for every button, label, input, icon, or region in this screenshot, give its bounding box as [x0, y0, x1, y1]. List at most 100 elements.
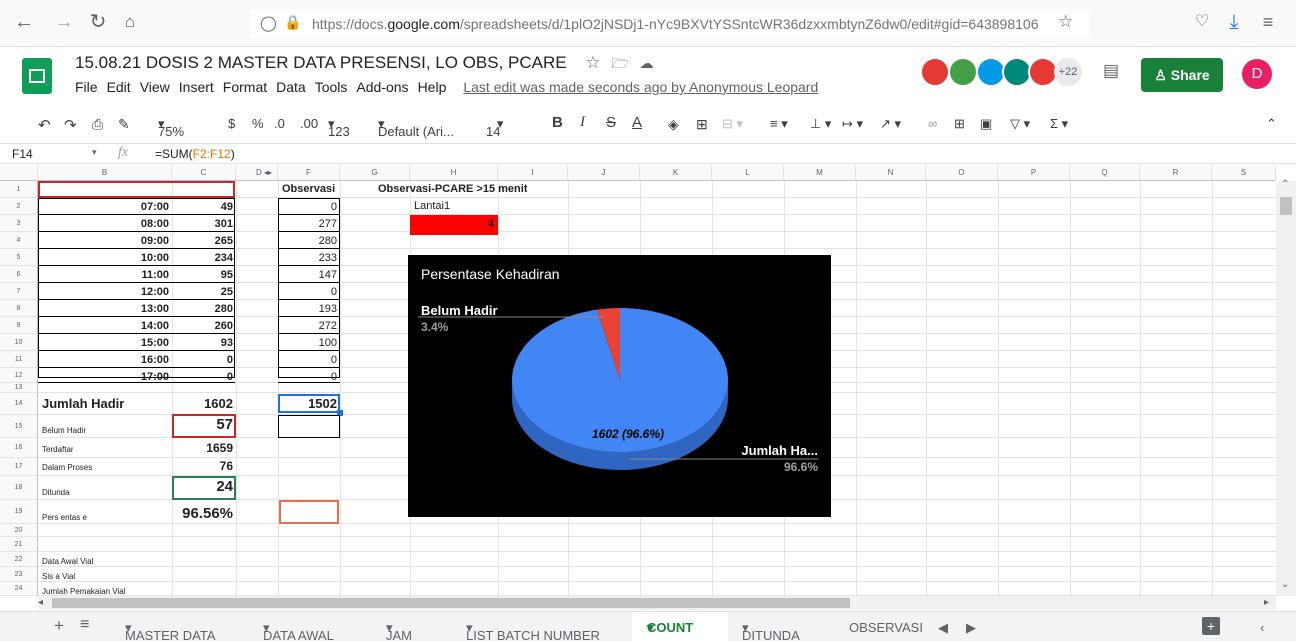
menu-help[interactable]: Help [418, 79, 447, 95]
scroll-right-icon[interactable]: ▸ [1264, 597, 1269, 608]
count-cell[interactable]: 93 [172, 337, 236, 349]
text-color-button[interactable]: A [632, 114, 642, 131]
terdaftar-label[interactable]: Terdaftar [42, 445, 74, 454]
observasi-cell[interactable]: 100 [278, 337, 340, 349]
all-sheets-icon[interactable]: ≡ [80, 616, 89, 634]
last-edit-link[interactable]: Last edit was made seconds ago by Anonym… [463, 79, 818, 95]
paint-format-icon[interactable]: ✎ [118, 116, 130, 133]
column-header-p[interactable]: P [998, 165, 1070, 181]
column-header-k[interactable]: K [640, 165, 712, 181]
count-cell[interactable]: 234 [172, 252, 236, 264]
row-header-11[interactable]: 11 [0, 351, 38, 368]
spreadsheet-grid[interactable]: B C D ◂▸ F G H I J K L M N O P Q R S 123… [0, 165, 1276, 596]
count-cell[interactable]: 280 [172, 303, 236, 315]
name-box[interactable]: F14 [12, 147, 33, 161]
row-header-9[interactable]: 9 [0, 317, 38, 334]
font-select[interactable]: Default (Ari... ▾ [378, 116, 454, 139]
row-header-13[interactable]: 13 [0, 383, 38, 393]
align-horizontal-icon[interactable]: ≡ ▾ [770, 116, 788, 132]
functions-icon[interactable]: Σ ▾ [1050, 116, 1068, 132]
time-cell[interactable]: 16:00 [38, 354, 172, 366]
row-header-8[interactable]: 8 [0, 300, 38, 317]
jumlah-pemakaian-label[interactable]: Jumlah Pemakaian Vial [42, 587, 125, 596]
scroll-down-icon[interactable]: ⌄ [1281, 579, 1289, 590]
menu-view[interactable]: View [140, 79, 170, 95]
merge-cells-icon[interactable]: ⊟ ▾ [722, 116, 743, 132]
horizontal-scroll-thumb[interactable] [52, 598, 850, 608]
row-header-21[interactable]: 21 [0, 537, 38, 552]
column-header-f[interactable]: F [278, 165, 340, 181]
more-formats-button[interactable]: 123 ▾ [328, 116, 350, 139]
dalam-proses-label[interactable]: Dalam Proses [42, 463, 92, 472]
belum-hadir-label[interactable]: Belum Hadir [42, 426, 86, 435]
currency-button[interactable]: $ [228, 116, 235, 131]
row-header-18[interactable]: 18 [0, 476, 38, 500]
observasi-cell[interactable]: 147 [278, 269, 340, 281]
pocket-icon[interactable]: ♡ [1190, 10, 1214, 34]
row-header-20[interactable]: 20 [0, 524, 38, 537]
persentase-label[interactable]: Pers entas e [42, 513, 87, 522]
more-collaborators-badge[interactable]: +22 [1054, 58, 1082, 86]
doc-title[interactable]: 15.08.21 DOSIS 2 MASTER DATA PRESENSI, L… [75, 53, 653, 77]
formula-input[interactable]: =SUM(F2:F12) [155, 147, 235, 161]
column-header-g[interactable]: G [340, 165, 410, 181]
column-header-d[interactable]: D ◂▸ [236, 165, 278, 181]
count-cell[interactable]: 25 [172, 286, 236, 298]
side-panel-toggle-icon[interactable]: ‹ [1260, 620, 1264, 635]
row-header-14[interactable]: 14 [0, 393, 38, 415]
column-header-h[interactable]: H [410, 165, 498, 181]
scroll-left-icon[interactable]: ◂ [38, 597, 43, 608]
column-header-m[interactable]: M [784, 165, 856, 181]
time-cell[interactable]: 08:00 [38, 218, 172, 230]
jumlah-hadir-value[interactable]: 1602 [172, 396, 236, 411]
dalam-proses-value[interactable]: 76 [172, 459, 236, 473]
observasi-header[interactable]: Observasi [282, 183, 335, 195]
row-header-2[interactable]: 2 [0, 198, 38, 215]
observasi-cell[interactable]: 280 [278, 235, 340, 247]
tabs-scroll-left-icon[interactable]: ◀ [938, 620, 948, 636]
name-box-dropdown-icon[interactable]: ▾ [92, 147, 97, 158]
terdaftar-value[interactable]: 1659 [172, 441, 236, 455]
menu-format[interactable]: Format [223, 79, 267, 95]
persentase-value[interactable]: 96.56% [172, 505, 236, 522]
row-header-15[interactable]: 15 [0, 415, 38, 438]
vertical-scrollbar[interactable]: ⌃ ⌄ [1276, 179, 1296, 596]
pie-chart[interactable]: Persentase Kehadiran Belum Hadir 3.4% Juml… [408, 255, 831, 517]
time-cell[interactable]: 13:00 [38, 303, 172, 315]
star-icon[interactable]: ☆ [585, 53, 600, 72]
back-icon[interactable]: ← [12, 10, 36, 34]
jumlah-hadir-label[interactable]: Jumlah Hadir [42, 396, 124, 411]
column-header-l[interactable]: L [712, 165, 784, 181]
tab-data-awal[interactable]: DATA AWAL ▾ [263, 620, 334, 643]
text-rotate-icon[interactable]: ↗ ▾ [880, 116, 901, 132]
observasi-cell[interactable]: 0 [278, 201, 340, 213]
user-avatar[interactable]: D [1242, 59, 1272, 89]
time-cell[interactable]: 15:00 [38, 337, 172, 349]
time-cell[interactable]: 07:00 [38, 201, 172, 213]
cell-b1[interactable] [38, 181, 235, 198]
row-header-1[interactable]: 1 [0, 181, 38, 198]
row-header-10[interactable]: 10 [0, 334, 38, 351]
row-header-22[interactable]: 22 [0, 552, 38, 567]
zoom-select[interactable]: 75% ▾ [158, 116, 184, 139]
menu-icon[interactable]: ≡ [1256, 10, 1280, 34]
count-cell[interactable]: 0 [172, 354, 236, 366]
observasi-cell[interactable]: 193 [278, 303, 340, 315]
count-cell[interactable]: 260 [172, 320, 236, 332]
time-cell[interactable]: 11:00 [38, 269, 172, 281]
tab-list-batch-number[interactable]: LIST BATCH NUMBER ▾ [466, 620, 600, 643]
forward-icon[interactable]: → [52, 10, 76, 34]
home-icon[interactable]: ⌂ [118, 10, 142, 34]
strikethrough-button[interactable]: S [606, 114, 616, 131]
row-header-23[interactable]: 23 [0, 567, 38, 582]
menu-data[interactable]: Data [276, 79, 306, 95]
sheets-logo-icon[interactable] [22, 58, 52, 94]
filter-icon[interactable]: ▽ ▾ [1010, 116, 1030, 132]
column-header-c[interactable]: C [172, 165, 236, 181]
row-header-5[interactable]: 5 [0, 249, 38, 266]
column-header-r[interactable]: R [1140, 165, 1212, 181]
reload-icon[interactable]: ↻ [86, 10, 110, 34]
tab-observasi[interactable]: OBSERVASI [849, 620, 923, 635]
undo-icon[interactable]: ↶ [38, 116, 51, 134]
observasi-cell[interactable]: 0 [278, 286, 340, 298]
